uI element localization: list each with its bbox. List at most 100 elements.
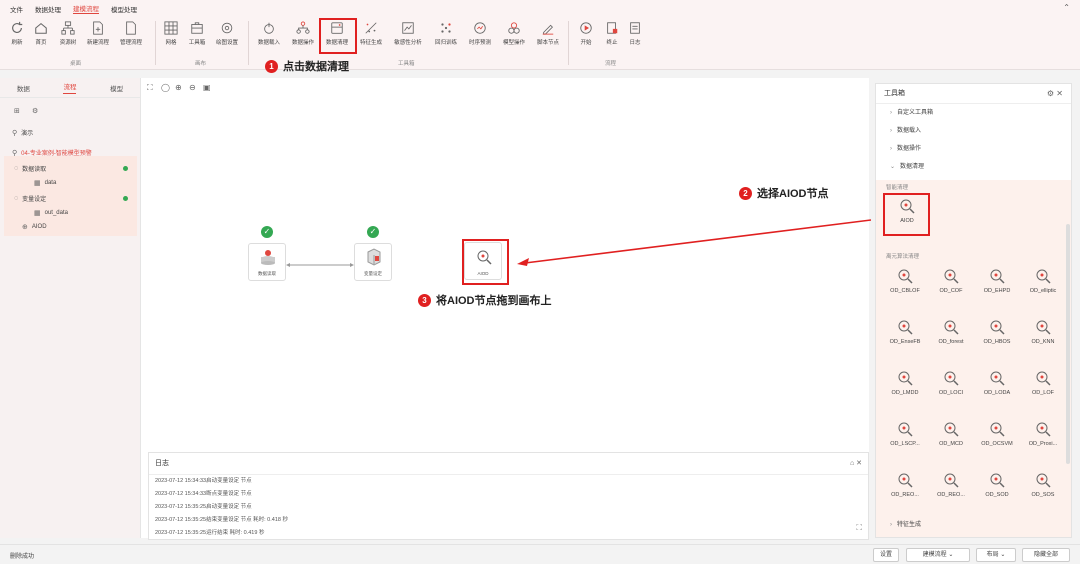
tool-item[interactable]: OD_COF [928, 268, 974, 294]
tool-label: OD_COF [939, 288, 963, 294]
data-load-button[interactable]: 数据载入 [252, 21, 286, 46]
data-operation-button[interactable]: 数据操作 [286, 21, 320, 46]
resource-tree-button[interactable]: 资源树 [51, 21, 85, 46]
script-node-button[interactable]: 脚本节点 [531, 21, 565, 46]
accordion-feature-gen[interactable]: › 特征生成 [876, 516, 1066, 534]
chevron-right-icon: › [890, 128, 892, 134]
tree-item-variable-setting[interactable]: ◌ 变量设定 [14, 194, 46, 203]
menu-modeling-flow[interactable]: 建模流程 [73, 3, 99, 14]
collapse-ribbon-icon[interactable]: ⌃ [1063, 3, 1070, 12]
tool-item[interactable]: OD_forest [928, 319, 974, 345]
toolbox-settings-close-icon[interactable]: ⚙ ✕ [1047, 84, 1063, 104]
grid-icon [164, 21, 178, 35]
tool-item[interactable]: OD_OCSVM [974, 421, 1020, 447]
accordion-data-operation[interactable]: › 数据操作 [876, 140, 1071, 158]
menu-model-processing[interactable]: 模型处理 [111, 4, 137, 14]
tab-flow[interactable]: 流程 [63, 81, 77, 94]
canvas-node-variable-setting[interactable]: 变量设定 [354, 243, 392, 281]
accordion-data-load[interactable]: › 数据载入 [876, 122, 1071, 140]
play-icon [580, 22, 592, 34]
tool-item[interactable]: OD_Proxi... [1020, 421, 1066, 447]
tree-item-out-data[interactable]: ▦ out_data [34, 209, 68, 217]
draw-settings-button[interactable]: 绘图设置 [210, 21, 244, 46]
tool-item[interactable]: OD_REO... [928, 472, 974, 498]
tool-label: OD_LOCI [938, 390, 964, 396]
tool-item[interactable]: OD_LMDD [882, 370, 928, 396]
gear-icon[interactable]: ⚙ [32, 107, 42, 115]
left-panel: 数据 流程 模型 ⊞ ⚙ ⚲ 演示 ⚲ 04-专业案例-智能模型预警 ◌ 数据读取 ▦… [0, 78, 141, 538]
toolbox-scrollbar[interactable] [1066, 224, 1070, 464]
tool-item[interactable]: OD_CBLOF [882, 268, 928, 294]
canvas-node-data-read[interactable]: 数据读取 [248, 243, 286, 281]
script-icon [542, 24, 554, 35]
zoom-in-icon[interactable]: ⊕ [175, 83, 182, 92]
new-flow-button[interactable]: 新建流程 [81, 21, 115, 46]
close-icon[interactable]: ⌂ ✕ [850, 459, 862, 467]
timeseries-button[interactable]: 时序预测 [463, 21, 497, 46]
view-select[interactable]: 建模流程 ⌄ [906, 548, 970, 562]
tool-item[interactable]: OD_REO... [882, 472, 928, 498]
tool-label: OD_Proxi... [1028, 441, 1058, 447]
tab-data[interactable]: 数据 [17, 83, 30, 93]
toolbox-panel: 工具箱 ⚙ ✕ › 自定义工具箱 › 数据载入 › 数据操作 ⌄ 数据清理 智能清理 A… [875, 83, 1072, 538]
tool-label: OD_LSCP... [890, 441, 920, 447]
tool-item[interactable]: OD_MCD [928, 421, 974, 447]
accordion-data-clean[interactable]: ⌄ 数据清理 [876, 158, 1071, 176]
tool-item[interactable]: OD_KNN [1020, 319, 1066, 345]
model-operation-button[interactable]: 模型操作 [497, 21, 531, 46]
accordion-custom-toolbox[interactable]: › 自定义工具箱 [876, 104, 1071, 122]
tool-item[interactable]: OD_elliptic [1020, 268, 1066, 294]
tool-item[interactable]: OD_SOD [974, 472, 1020, 498]
hide-all-button[interactable]: 隐藏全部 [1022, 548, 1070, 562]
log-line: 2023-07-12 15:35:25结束变量设定 节点 耗时: 0.418 秒 [155, 517, 288, 523]
tool-label: OD_CBLOF [890, 288, 920, 294]
tree-item-data-read[interactable]: ◌ 数据读取 [14, 164, 46, 173]
expand-icon[interactable]: ⛶ [856, 523, 862, 533]
search-icon [944, 320, 959, 335]
tool-label: OD_OCSVM [981, 441, 1013, 447]
toolbox-icon [191, 22, 203, 34]
zoom-out-icon[interactable]: ⊖ [189, 83, 196, 92]
chevron-down-icon: ⌄ [890, 164, 896, 170]
tab-model[interactable]: 模型 [110, 83, 123, 93]
search-icon [898, 320, 913, 335]
toolbox-button[interactable]: 工具箱 [180, 21, 214, 46]
tool-item[interactable]: OD_SOS [1020, 472, 1066, 498]
tool-item[interactable]: OD_HBOS [974, 319, 1020, 345]
group-label-flow: 流程 [605, 61, 617, 67]
search-icon [1036, 422, 1051, 437]
search-icon [1036, 371, 1051, 386]
menu-bar: 文件 数据处理 建模流程 模型处理 ⌃ [0, 0, 1080, 17]
log-button[interactable]: 日志 [618, 21, 652, 46]
manage-flow-button[interactable]: 管理流程 [114, 21, 148, 46]
model-op-icon [508, 22, 520, 34]
tool-item[interactable]: OD_LOCI [928, 370, 974, 396]
search-icon [898, 269, 913, 284]
tool-item[interactable]: OD_LOF [1020, 370, 1066, 396]
variable-icon [367, 248, 381, 266]
tool-item[interactable]: OD_EnseFB [882, 319, 928, 345]
tree-item-data[interactable]: ▦ data [34, 179, 56, 187]
menu-data-processing[interactable]: 数据处理 [35, 4, 61, 14]
image-icon[interactable]: ▣ [203, 83, 211, 92]
feature-gen-button[interactable]: 特征生成 [354, 21, 388, 46]
menu-file[interactable]: 文件 [10, 4, 23, 14]
tool-item[interactable]: OD_LSCP... [882, 421, 928, 447]
feature-icon [365, 22, 377, 34]
tree-item-demo[interactable]: ⚲ 演示 [12, 128, 33, 138]
search-icon [898, 473, 913, 488]
sensitivity-button[interactable]: 敏感性分析 [391, 21, 425, 46]
reset-icon[interactable]: ◯ [161, 83, 170, 92]
tool-item[interactable]: OD_EHPD [974, 268, 1020, 294]
fit-screen-icon[interactable]: ⛶ [147, 83, 153, 93]
settings-button[interactable]: 设置 [873, 548, 899, 562]
tree-item-aiod[interactable]: ⊕ AIOD [22, 223, 47, 231]
home-icon [35, 22, 47, 34]
layout-select[interactable]: 布局 ⌄ [976, 548, 1016, 562]
log-icon [630, 22, 640, 34]
log-line: 2023-07-12 15:35:25运行结束 耗时: 0.419 秒 [155, 530, 265, 536]
tool-item[interactable]: OD_LODA [974, 370, 1020, 396]
regression-button[interactable]: 回归训练 [429, 21, 463, 46]
log-line: 2023-07-12 15:35:25启动变量设定 节点 [155, 504, 252, 510]
add-icon[interactable]: ⊞ [14, 107, 24, 115]
